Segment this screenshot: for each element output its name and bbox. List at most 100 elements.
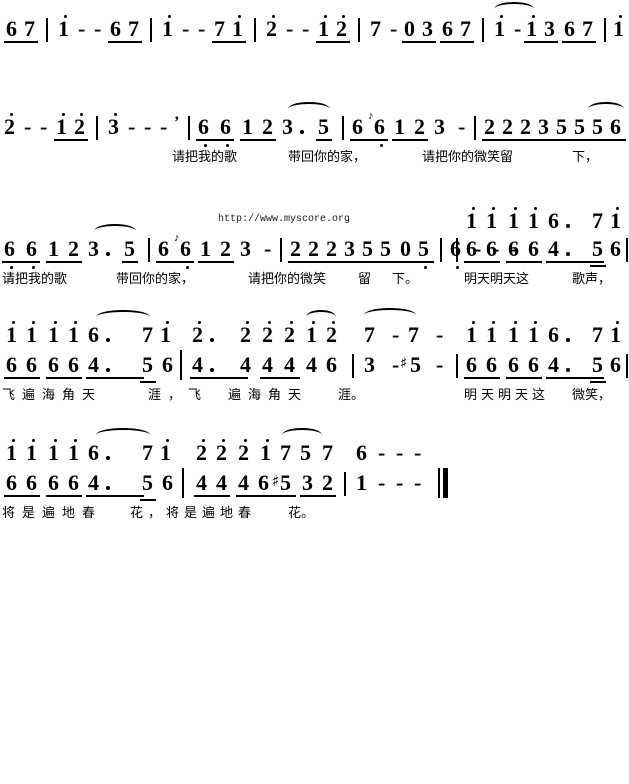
note: 2 bbox=[414, 114, 425, 139]
lyric-phrase: 飞遍海角天 bbox=[2, 388, 103, 403]
note: 5 bbox=[556, 114, 567, 139]
note: 5 bbox=[142, 470, 153, 495]
note: 1 bbox=[48, 322, 59, 347]
slur-arc bbox=[588, 102, 624, 116]
note: 1 bbox=[486, 322, 497, 347]
note: 6 bbox=[610, 352, 621, 377]
beam bbox=[554, 139, 626, 141]
sustain-dash: - bbox=[392, 322, 400, 347]
octave-dot-high bbox=[80, 113, 83, 116]
melody-row-4: 6 6 6 6 4 5 6 4 4 4 4 4 6 3 - ♯ 5 - 6 6 … bbox=[0, 350, 629, 384]
note: 6 bbox=[198, 114, 209, 139]
note: 4 bbox=[262, 352, 273, 377]
note: 1 bbox=[68, 440, 79, 465]
note: 4 bbox=[238, 470, 249, 495]
beam bbox=[482, 139, 556, 141]
beam bbox=[46, 495, 82, 497]
sharp-accidental-icon: ♯ bbox=[400, 354, 408, 372]
note: 2 bbox=[196, 440, 207, 465]
beam bbox=[590, 265, 606, 267]
sustain-dash: - bbox=[436, 322, 444, 347]
note: 7 bbox=[142, 322, 153, 347]
lyric-phrase: 请把我的歌 bbox=[2, 272, 68, 287]
note: 7 bbox=[370, 16, 381, 41]
beam bbox=[212, 41, 246, 43]
note: 1 bbox=[508, 322, 519, 347]
note: 5 bbox=[410, 352, 421, 377]
octave-dot-high bbox=[472, 207, 475, 210]
note: 6 bbox=[88, 440, 99, 465]
beam bbox=[54, 139, 88, 141]
note: 6 bbox=[356, 440, 367, 465]
melody-row-5: 6 6 6 6 4 5 6 4 4 4 6 ♯ 5 3 2 1 - - - bbox=[0, 468, 629, 502]
note: 5 bbox=[300, 440, 311, 465]
melody-row-1: 6 7 1 - - 6 7 1 - - 7 1 2 - - 1 2 7 - 0 … bbox=[0, 2, 629, 48]
note: 6 bbox=[258, 470, 269, 495]
sustain-dash: - bbox=[396, 470, 404, 495]
note: 2 bbox=[326, 322, 337, 347]
note: 1 bbox=[528, 322, 539, 347]
beam bbox=[316, 41, 350, 43]
sustain-dash: - bbox=[458, 114, 466, 139]
octave-dot-high bbox=[54, 321, 57, 324]
barline bbox=[626, 354, 628, 378]
octave-dot-high bbox=[472, 321, 475, 324]
octave-dot-high bbox=[534, 207, 537, 210]
octave-dot-high bbox=[500, 15, 503, 18]
sustain-dash: - bbox=[24, 114, 32, 139]
note: 4 bbox=[88, 470, 99, 495]
barline bbox=[180, 350, 182, 380]
note: 1 bbox=[466, 322, 477, 347]
octave-dot-high bbox=[168, 15, 171, 18]
note: 6 bbox=[528, 352, 539, 377]
harmony-row-4: 1 1 1 1 6 7 1 2 2 2 2 1 2 7 - 7 - 1 1 1 … bbox=[0, 308, 629, 350]
sustain-dash: - bbox=[78, 16, 86, 41]
octave-dot-high bbox=[514, 321, 517, 324]
lyric-phrase: 请把你的微笑留 bbox=[422, 150, 514, 165]
note: 6 bbox=[26, 470, 37, 495]
beam bbox=[506, 261, 542, 263]
augmentation-dot bbox=[210, 338, 214, 342]
barline bbox=[254, 18, 256, 42]
note: 5 bbox=[318, 114, 329, 139]
beam bbox=[562, 41, 596, 43]
note: 6 bbox=[374, 114, 385, 139]
note: 1 bbox=[486, 208, 497, 233]
sustain-dash: - bbox=[160, 114, 168, 139]
barline bbox=[474, 116, 476, 140]
lyric-phrase: 微笑， bbox=[572, 388, 612, 403]
lyric-phrase: 留 bbox=[358, 272, 372, 287]
note: 1 bbox=[162, 16, 173, 41]
octave-dot-high bbox=[12, 439, 15, 442]
sustain-dash: - bbox=[390, 16, 398, 41]
barline bbox=[344, 472, 346, 496]
barline bbox=[456, 238, 458, 262]
system-4: 1 1 1 1 6 7 1 2 2 2 2 1 2 7 - 7 - 1 1 1 … bbox=[0, 308, 629, 406]
note: 4 bbox=[548, 236, 559, 261]
note: 7 bbox=[142, 440, 153, 465]
augmentation-dot bbox=[566, 252, 570, 256]
octave-dot-high bbox=[268, 321, 271, 324]
lyric-phrase: 明天明天这 bbox=[464, 272, 530, 287]
octave-dot-high bbox=[616, 321, 619, 324]
sustain-dash: - bbox=[378, 470, 386, 495]
octave-dot-high bbox=[534, 321, 537, 324]
note: 7 bbox=[322, 440, 333, 465]
beam bbox=[590, 381, 606, 383]
note: 4 bbox=[88, 352, 99, 377]
system-1: 6 7 1 - - 6 7 1 - - 7 1 2 - - 1 2 7 - 0 … bbox=[0, 2, 629, 48]
note: 3 bbox=[434, 114, 445, 139]
note: 1 bbox=[58, 16, 69, 41]
note: 1 bbox=[610, 322, 621, 347]
note: 1 bbox=[232, 16, 243, 41]
note: 2 bbox=[266, 16, 277, 41]
beam bbox=[46, 377, 82, 379]
melody-row-2: 2 - - 1 2 3 - - - ’ 6 6 1 2 3 5 6 ♪ 6 1 … bbox=[0, 102, 629, 147]
octave-dot-high bbox=[238, 15, 241, 18]
harmony-row-5: 1 1 1 1 6 7 1 2 2 2 1 7 5 7 6 - - - bbox=[0, 428, 629, 468]
octave-dot-high bbox=[198, 321, 201, 324]
barline bbox=[46, 18, 48, 42]
note: 6 bbox=[48, 470, 59, 495]
sustain-dash: - bbox=[40, 114, 48, 139]
octave-dot-high bbox=[222, 439, 225, 442]
